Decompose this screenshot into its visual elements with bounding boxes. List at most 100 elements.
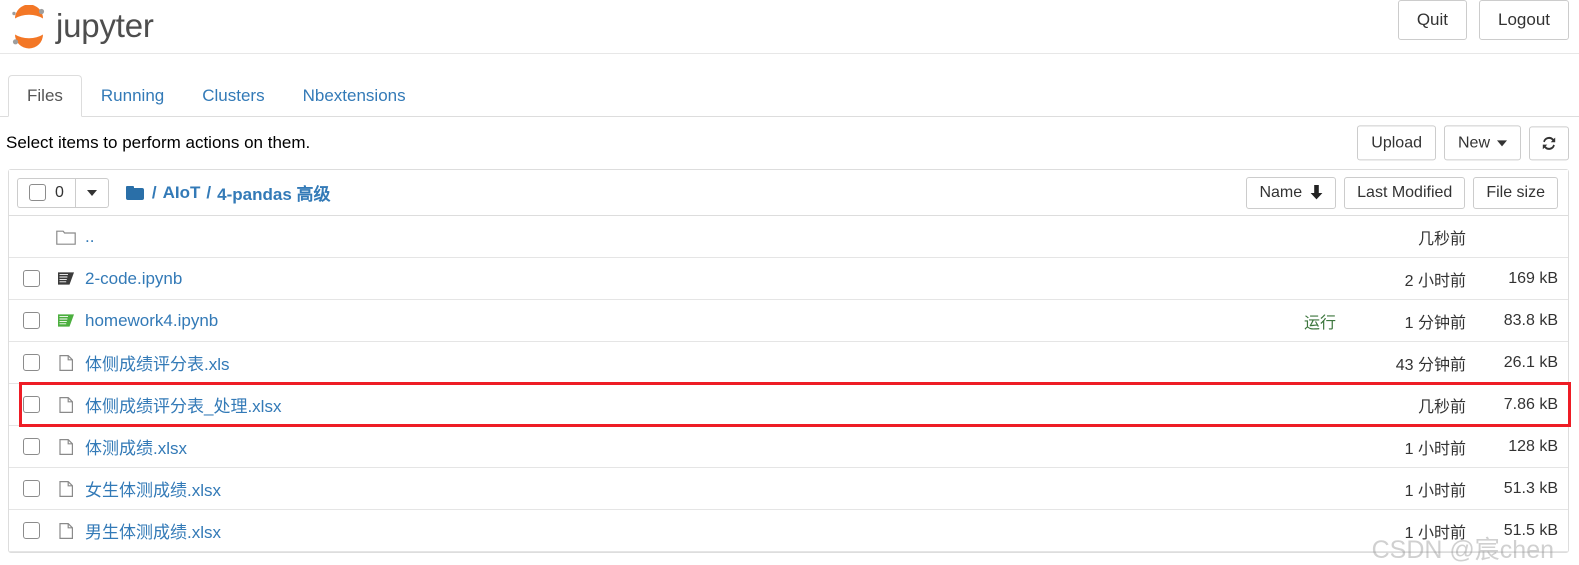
row-checkbox-cell — [17, 438, 53, 455]
table-row[interactable]: 女生体测成绩.xlsx 1 小时前 51.3 kB — [9, 468, 1568, 510]
file-link[interactable]: 体侧成绩评分表_处理.xlsx — [85, 397, 281, 416]
file-link[interactable]: 体侧成绩评分表.xls — [85, 355, 230, 374]
breadcrumb-item-aiot[interactable]: AIoT — [163, 183, 201, 203]
row-name-cell: 男生体测成绩.xlsx — [79, 518, 1336, 543]
row-size-cell: 83.8 kB — [1503, 311, 1558, 329]
tab-nbextensions[interactable]: Nbextensions — [284, 75, 425, 117]
file-link[interactable]: .. — [85, 227, 94, 246]
file-list-panel: 0 / AIoT / 4-pandas 高级 Name Last Modifie… — [8, 169, 1571, 564]
tab-files[interactable]: Files — [8, 74, 82, 117]
row-checkbox[interactable] — [23, 480, 40, 497]
row-checkbox[interactable] — [23, 522, 40, 539]
file-link[interactable]: 体测成绩.xlsx — [85, 439, 187, 458]
file-icon — [59, 480, 73, 497]
breadcrumb: / AIoT / 4-pandas 高级 — [125, 180, 331, 205]
row-checkbox[interactable] — [23, 396, 40, 413]
table-row[interactable]: 2-code.ipynb 2 小时前 169 kB — [9, 258, 1568, 300]
row-modified-cell: 几秒前 — [1417, 398, 1466, 416]
select-all-dropdown[interactable] — [74, 177, 109, 208]
row-icon-cell — [53, 480, 79, 498]
row-checkbox-cell — [17, 396, 53, 413]
notebook-icon — [58, 272, 74, 285]
select-all-group: 0 — [17, 177, 109, 208]
sort-name-label: Name — [1259, 183, 1303, 201]
brand[interactable]: jupyter — [8, 0, 154, 54]
quit-button[interactable]: Quit — [1397, 0, 1467, 41]
row-checkbox[interactable] — [23, 438, 40, 455]
table-row[interactable]: 男生体测成绩.xlsx 1 小时前 51.5 kB — [9, 510, 1568, 552]
table-row[interactable]: 体测成绩.xlsx 1 小时前 128 kB — [9, 426, 1568, 468]
row-icon-cell — [53, 312, 79, 329]
upload-button-label: Upload — [1371, 134, 1422, 152]
action-toolbar: Select items to perform actions on them.… — [0, 117, 1579, 169]
file-link[interactable]: 女生体测成绩.xlsx — [85, 481, 221, 500]
select-all-control[interactable]: 0 — [17, 177, 75, 208]
row-checkbox-cell — [17, 522, 53, 539]
row-name-cell: .. — [79, 227, 1336, 247]
tab-clusters[interactable]: Clusters — [183, 75, 283, 117]
row-checkbox[interactable] — [23, 354, 40, 371]
row-icon-cell — [53, 228, 79, 245]
main-tabs: Files Running Clusters Nbextensions — [0, 74, 1579, 117]
logout-button[interactable]: Logout — [1479, 0, 1569, 41]
table-row[interactable]: .. 几秒前 — [9, 216, 1568, 258]
row-icon-cell — [53, 270, 79, 287]
row-modified-cell: 几秒前 — [1417, 230, 1466, 248]
select-all-checkbox[interactable] — [29, 184, 46, 201]
toolbar-actions: Upload New — [1357, 125, 1569, 161]
row-size-cell: 51.3 kB — [1503, 479, 1558, 497]
row-modified-cell: 1 小时前 — [1404, 440, 1466, 458]
row-name-cell: 体侧成绩评分表.xls — [79, 350, 1336, 375]
table-row[interactable]: homework4.ipynb 运行 1 分钟前 83.8 kB — [9, 300, 1568, 342]
row-checkbox[interactable] — [23, 270, 40, 287]
row-size-cell: 7.86 kB — [1503, 395, 1558, 413]
row-icon-cell — [53, 354, 79, 372]
row-icon-cell — [53, 522, 79, 540]
file-icon — [59, 396, 73, 413]
row-size-cell: 128 kB — [1508, 437, 1558, 455]
refresh-icon — [1542, 136, 1556, 150]
row-icon-cell — [53, 438, 79, 456]
arrow-down-icon — [1310, 185, 1323, 200]
file-list-header: 0 / AIoT / 4-pandas 高级 Name Last Modifie… — [9, 170, 1568, 216]
new-button-label: New — [1457, 134, 1490, 152]
row-checkbox-cell — [17, 480, 53, 497]
tab-running[interactable]: Running — [82, 75, 183, 117]
new-button[interactable]: New — [1443, 125, 1521, 161]
sort-controls: Name Last Modified File size — [1246, 176, 1558, 209]
file-icon — [59, 438, 73, 455]
upload-button[interactable]: Upload — [1357, 125, 1436, 161]
refresh-button[interactable] — [1529, 126, 1569, 160]
file-icon — [59, 522, 73, 539]
folder-icon — [56, 230, 76, 245]
row-checkbox-cell — [17, 270, 53, 287]
row-name-cell: 体测成绩.xlsx — [79, 434, 1336, 459]
row-checkbox[interactable] — [23, 312, 40, 329]
folder-icon[interactable] — [125, 185, 144, 200]
row-modified-cell: 1 小时前 — [1404, 524, 1466, 542]
file-link[interactable]: 男生体测成绩.xlsx — [85, 523, 221, 542]
row-checkbox-cell — [17, 354, 53, 371]
file-link[interactable]: 2-code.ipynb — [85, 269, 182, 288]
toolbar-note: Select items to perform actions on them. — [6, 133, 311, 152]
file-icon — [59, 354, 73, 371]
sort-by-modified-button[interactable]: Last Modified — [1344, 176, 1466, 209]
table-row-highlighted[interactable]: 体侧成绩评分表_处理.xlsx 几秒前 7.86 kB — [9, 382, 1571, 427]
row-checkbox-cell — [17, 312, 53, 329]
app-header: jupyter Quit Logout — [0, 0, 1579, 54]
jupyter-logo-icon — [8, 4, 50, 49]
row-name-cell: 2-code.ipynb — [79, 269, 1336, 289]
row-modified-cell: 2 小时前 — [1404, 272, 1466, 290]
sort-by-size-button[interactable]: File size — [1473, 176, 1558, 209]
row-name-cell: 女生体测成绩.xlsx — [79, 476, 1336, 501]
sort-by-name-button[interactable]: Name — [1246, 176, 1337, 209]
selected-count: 0 — [55, 183, 64, 201]
table-row[interactable]: 体侧成绩评分表.xls 43 分钟前 26.1 kB — [9, 342, 1568, 384]
row-status-cell: 运行 — [1303, 314, 1336, 332]
row-icon-cell — [53, 396, 79, 414]
row-modified-cell: 43 分钟前 — [1395, 356, 1466, 374]
breadcrumb-separator: / — [151, 182, 157, 202]
chevron-down-icon — [1497, 140, 1507, 146]
file-link[interactable]: homework4.ipynb — [85, 311, 218, 330]
breadcrumb-item-current[interactable]: 4-pandas 高级 — [217, 180, 330, 205]
